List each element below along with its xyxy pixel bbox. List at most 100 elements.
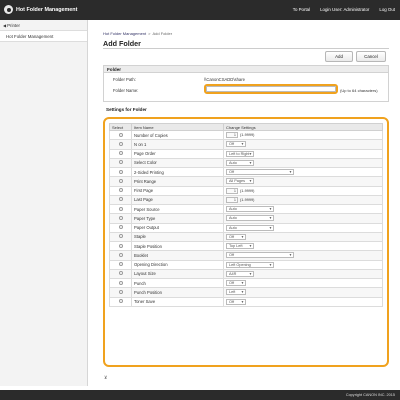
table-row: Paper Output Auto ▼ — [109, 222, 383, 233]
item-name: N on 1 — [131, 139, 224, 150]
folder-name-label: Folder Name: — [113, 88, 139, 93]
folder-section-title: Folder — [104, 66, 388, 73]
item-name: Select Color — [131, 157, 224, 169]
chevron-down-icon: ▼ — [268, 262, 272, 267]
sidebar-item-printer[interactable]: ◀ Printer — [0, 20, 87, 31]
setting-dropdown[interactable]: Left ▼ — [226, 289, 246, 296]
number-input[interactable]: 1 — [226, 132, 238, 139]
settings-table: Select Item Name Change Settings Number … — [109, 123, 383, 307]
select-checkbox[interactable] — [118, 271, 123, 276]
setting-dropdown[interactable]: Off ▼ — [226, 298, 246, 305]
select-checkbox[interactable] — [118, 252, 123, 257]
change-setting-cell: 1 (1-9999) — [223, 194, 383, 206]
select-checkbox[interactable] — [118, 280, 123, 285]
select-checkbox[interactable] — [118, 225, 123, 230]
number-input[interactable]: 1 — [226, 196, 238, 203]
select-checkbox[interactable] — [118, 234, 123, 239]
cancel-button[interactable]: Cancel — [356, 51, 386, 62]
table-row: Staple Off ▼ — [109, 231, 383, 243]
dropdown-value: Left Opening — [229, 262, 251, 267]
change-setting-cell: Auto ▼ — [223, 203, 383, 215]
breadcrumb-parent-link[interactable]: Hot Folder Management — [103, 31, 146, 36]
select-cell — [109, 176, 132, 187]
item-name: Number of Copies — [131, 129, 224, 141]
setting-dropdown[interactable]: Off ▼ — [226, 280, 246, 287]
select-checkbox[interactable] — [118, 141, 123, 146]
copyright: Copyright CANON INC. 2015 — [345, 393, 395, 397]
to-portal-link[interactable]: To Portal — [293, 7, 310, 12]
setting-dropdown[interactable]: Off ▼ — [226, 169, 294, 176]
select-checkbox[interactable] — [118, 188, 123, 193]
setting-dropdown[interactable]: Auto ▼ — [226, 159, 254, 166]
item-name: Layout Size — [131, 268, 224, 280]
setting-dropdown[interactable]: Auto ▼ — [226, 224, 274, 231]
dropdown-value: Top Left — [229, 244, 243, 249]
select-checkbox[interactable] — [118, 151, 123, 156]
dropdown-value: Auto — [229, 216, 237, 221]
select-cell — [109, 194, 132, 206]
add-button[interactable]: Add — [325, 51, 353, 62]
setting-dropdown[interactable]: Off ▼ — [226, 233, 246, 240]
change-setting-cell: Off ▼ — [223, 277, 383, 289]
folder-section: Folder Folder Path: \\CanonCSADD\share F… — [103, 65, 389, 102]
dropdown-value: Left to Right — [229, 151, 250, 156]
setting-dropdown[interactable]: Left to Right ▼ — [226, 150, 254, 157]
dropdown-value: Auto — [229, 207, 237, 212]
folder-path-value: \\CanonCSADD\share — [204, 77, 245, 82]
dropdown-value: Off — [229, 142, 234, 147]
column-header-select: Select — [109, 123, 132, 131]
select-checkbox[interactable] — [118, 169, 123, 174]
select-checkbox[interactable] — [118, 215, 123, 220]
table-row: Page Order Left to Right ▼ — [109, 148, 383, 159]
select-checkbox[interactable] — [118, 178, 123, 183]
table-row: Opening Direction Left Opening ▼ — [109, 259, 383, 270]
item-name: Paper Type — [131, 213, 224, 224]
select-checkbox[interactable] — [118, 132, 123, 137]
setting-dropdown[interactable]: Left Opening ▼ — [226, 261, 274, 268]
select-cell — [109, 139, 132, 150]
select-cell — [109, 240, 132, 252]
select-cell — [109, 203, 132, 215]
select-checkbox[interactable] — [118, 160, 123, 165]
select-checkbox[interactable] — [118, 206, 123, 211]
dropdown-value: Off — [229, 281, 234, 286]
settings-header-row: Select Item Name Change Settings — [109, 123, 383, 131]
select-checkbox[interactable] — [118, 243, 123, 248]
setting-dropdown[interactable]: A4R ▼ — [226, 270, 254, 277]
change-setting-cell: Auto ▼ — [223, 157, 383, 169]
table-row: N on 1 Off ▼ — [109, 139, 383, 150]
select-cell — [109, 129, 132, 141]
select-checkbox[interactable] — [118, 299, 123, 304]
setting-dropdown[interactable]: Top Left ▼ — [226, 243, 254, 250]
dropdown-value: Off — [229, 170, 234, 175]
folder-name-input[interactable] — [206, 86, 336, 92]
number-input[interactable]: 1 — [226, 187, 238, 194]
table-row: Punch Off ▼ — [109, 277, 383, 289]
table-row: Booklet Off ▼ — [109, 250, 383, 261]
table-row: 2-Sided Printing Off ▼ — [109, 166, 383, 178]
column-header-item-name: Item Name — [131, 123, 224, 131]
change-setting-cell: Off ▼ — [223, 296, 383, 307]
setting-dropdown[interactable]: All Pages ▼ — [226, 178, 254, 185]
table-row: Paper Type Auto ▼ — [109, 213, 383, 224]
select-cell — [109, 268, 132, 280]
change-setting-cell: Left ▼ — [223, 287, 383, 298]
select-cell — [109, 166, 132, 178]
page-title: Add Folder — [103, 39, 141, 48]
setting-dropdown[interactable]: Off ▼ — [226, 252, 294, 259]
setting-dropdown[interactable]: Auto ▼ — [226, 206, 274, 213]
setting-dropdown[interactable]: Auto ▼ — [226, 215, 274, 222]
select-checkbox[interactable] — [118, 197, 123, 202]
sidebar-item-hot-folder[interactable]: Hot Folder Management — [0, 31, 87, 42]
table-row: Paper Source Auto ▼ — [109, 203, 383, 215]
chevron-down-icon: ▼ — [240, 299, 244, 304]
change-setting-cell: Off ▼ — [223, 139, 383, 150]
select-checkbox[interactable] — [118, 262, 123, 267]
table-row: Number of Copies 1 (1-9999) — [109, 129, 383, 141]
item-name: Paper Source — [131, 203, 224, 215]
select-checkbox[interactable] — [118, 289, 123, 294]
setting-dropdown[interactable]: Off ▼ — [226, 141, 246, 148]
table-row: First Page 1 (1-9999) — [109, 185, 383, 196]
logout-link[interactable]: Log Out — [379, 7, 395, 12]
chevron-down-icon: ▼ — [248, 244, 252, 249]
